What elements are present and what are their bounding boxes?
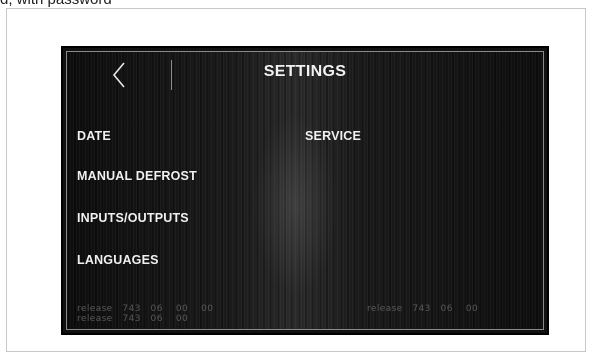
release-info-right-1: release 743 06 00 (367, 304, 479, 314)
release-info-left-2: release 743 06 00 (77, 314, 189, 324)
menu-item-languages[interactable]: LANGUAGES (77, 253, 159, 267)
menu-item-date[interactable]: DATE (77, 129, 111, 143)
device-screen: SETTINGS DATE SERVICE MANUAL DEFROST INP… (61, 46, 549, 335)
menu-item-service[interactable]: SERVICE (305, 129, 361, 143)
image-frame: SETTINGS DATE SERVICE MANUAL DEFROST INP… (6, 8, 586, 352)
caption-text: d, with password (0, 0, 112, 8)
menu-item-manual-defrost[interactable]: MANUAL DEFROST (77, 169, 197, 183)
menu-item-inputs-outputs[interactable]: INPUTS/OUTPUTS (77, 211, 189, 225)
settings-panel: SETTINGS DATE SERVICE MANUAL DEFROST INP… (66, 51, 544, 330)
page-title: SETTINGS (263, 63, 347, 80)
release-info-left-1: release 743 06 00 00 (77, 304, 214, 314)
